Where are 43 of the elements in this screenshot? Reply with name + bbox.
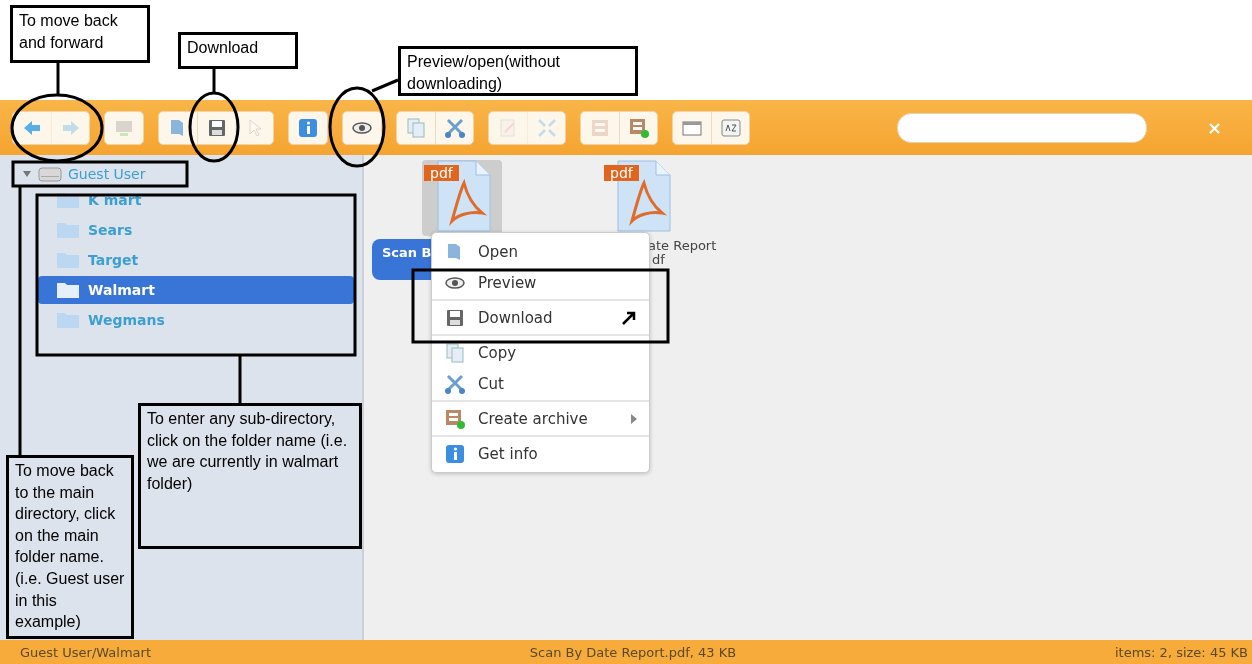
copy-icon bbox=[405, 116, 427, 139]
menu-item[interactable]: Cut bbox=[432, 368, 649, 399]
menu-item[interactable]: Open bbox=[432, 236, 649, 267]
leader-line bbox=[238, 356, 242, 403]
drive-icon bbox=[38, 166, 62, 182]
annotation-callout: To move back to the main directory, click on the main folder name.(i.e. Guest user in this example) bbox=[6, 455, 134, 639]
highlight-ellipse bbox=[188, 91, 240, 163]
leader-line bbox=[56, 63, 60, 95]
sort-icon bbox=[719, 116, 742, 139]
folder-icon bbox=[56, 251, 80, 269]
annotation-callout: To move back and forward bbox=[10, 5, 150, 63]
folder-icon bbox=[56, 311, 80, 329]
annotation-callout: Download bbox=[178, 32, 298, 69]
cabinet-plus-icon bbox=[444, 407, 466, 430]
cabinet-plus-icon bbox=[627, 116, 650, 139]
caret-icon[interactable] bbox=[22, 170, 32, 178]
current-path: Guest User/Walmart bbox=[20, 644, 151, 660]
menu-item[interactable]: Get info bbox=[432, 438, 649, 469]
file-name[interactable]: df bbox=[648, 253, 717, 267]
selection-info: Scan By Date Report.pdf, 43 KB bbox=[529, 644, 737, 660]
menu-item[interactable]: Copy bbox=[432, 337, 649, 368]
leader-line bbox=[371, 78, 399, 93]
annotation-callout: Preview/open(without downloading) bbox=[398, 46, 638, 96]
info-icon bbox=[444, 442, 466, 465]
scissors-icon bbox=[443, 116, 466, 139]
folder-icon bbox=[56, 281, 80, 299]
search-field[interactable] bbox=[896, 112, 1147, 143]
copy-icon bbox=[444, 341, 466, 364]
file-name[interactable]: ate Report bbox=[648, 239, 717, 253]
menu-item[interactable]: Create archive bbox=[432, 403, 649, 434]
expand-arrows-icon bbox=[535, 116, 558, 139]
menu-item[interactable]: Preview bbox=[432, 267, 649, 298]
scissors-icon bbox=[444, 372, 466, 395]
folder-icon bbox=[56, 221, 80, 239]
pointer-arrow-icon bbox=[621, 309, 637, 326]
menu-item[interactable]: Download bbox=[432, 302, 649, 333]
file-type-badge: pdf bbox=[424, 165, 459, 181]
info-icon bbox=[297, 116, 319, 139]
folder-item[interactable]: Walmart bbox=[38, 276, 354, 304]
file-type-badge: pdf bbox=[604, 165, 639, 181]
folder-summary: items: 2, size: 45 KB bbox=[1114, 644, 1248, 660]
leader-line bbox=[212, 69, 216, 93]
annotation-callout: To enter any sub-directory, click on the folder name (i.e. we are currently in walmart folder) bbox=[138, 403, 362, 549]
